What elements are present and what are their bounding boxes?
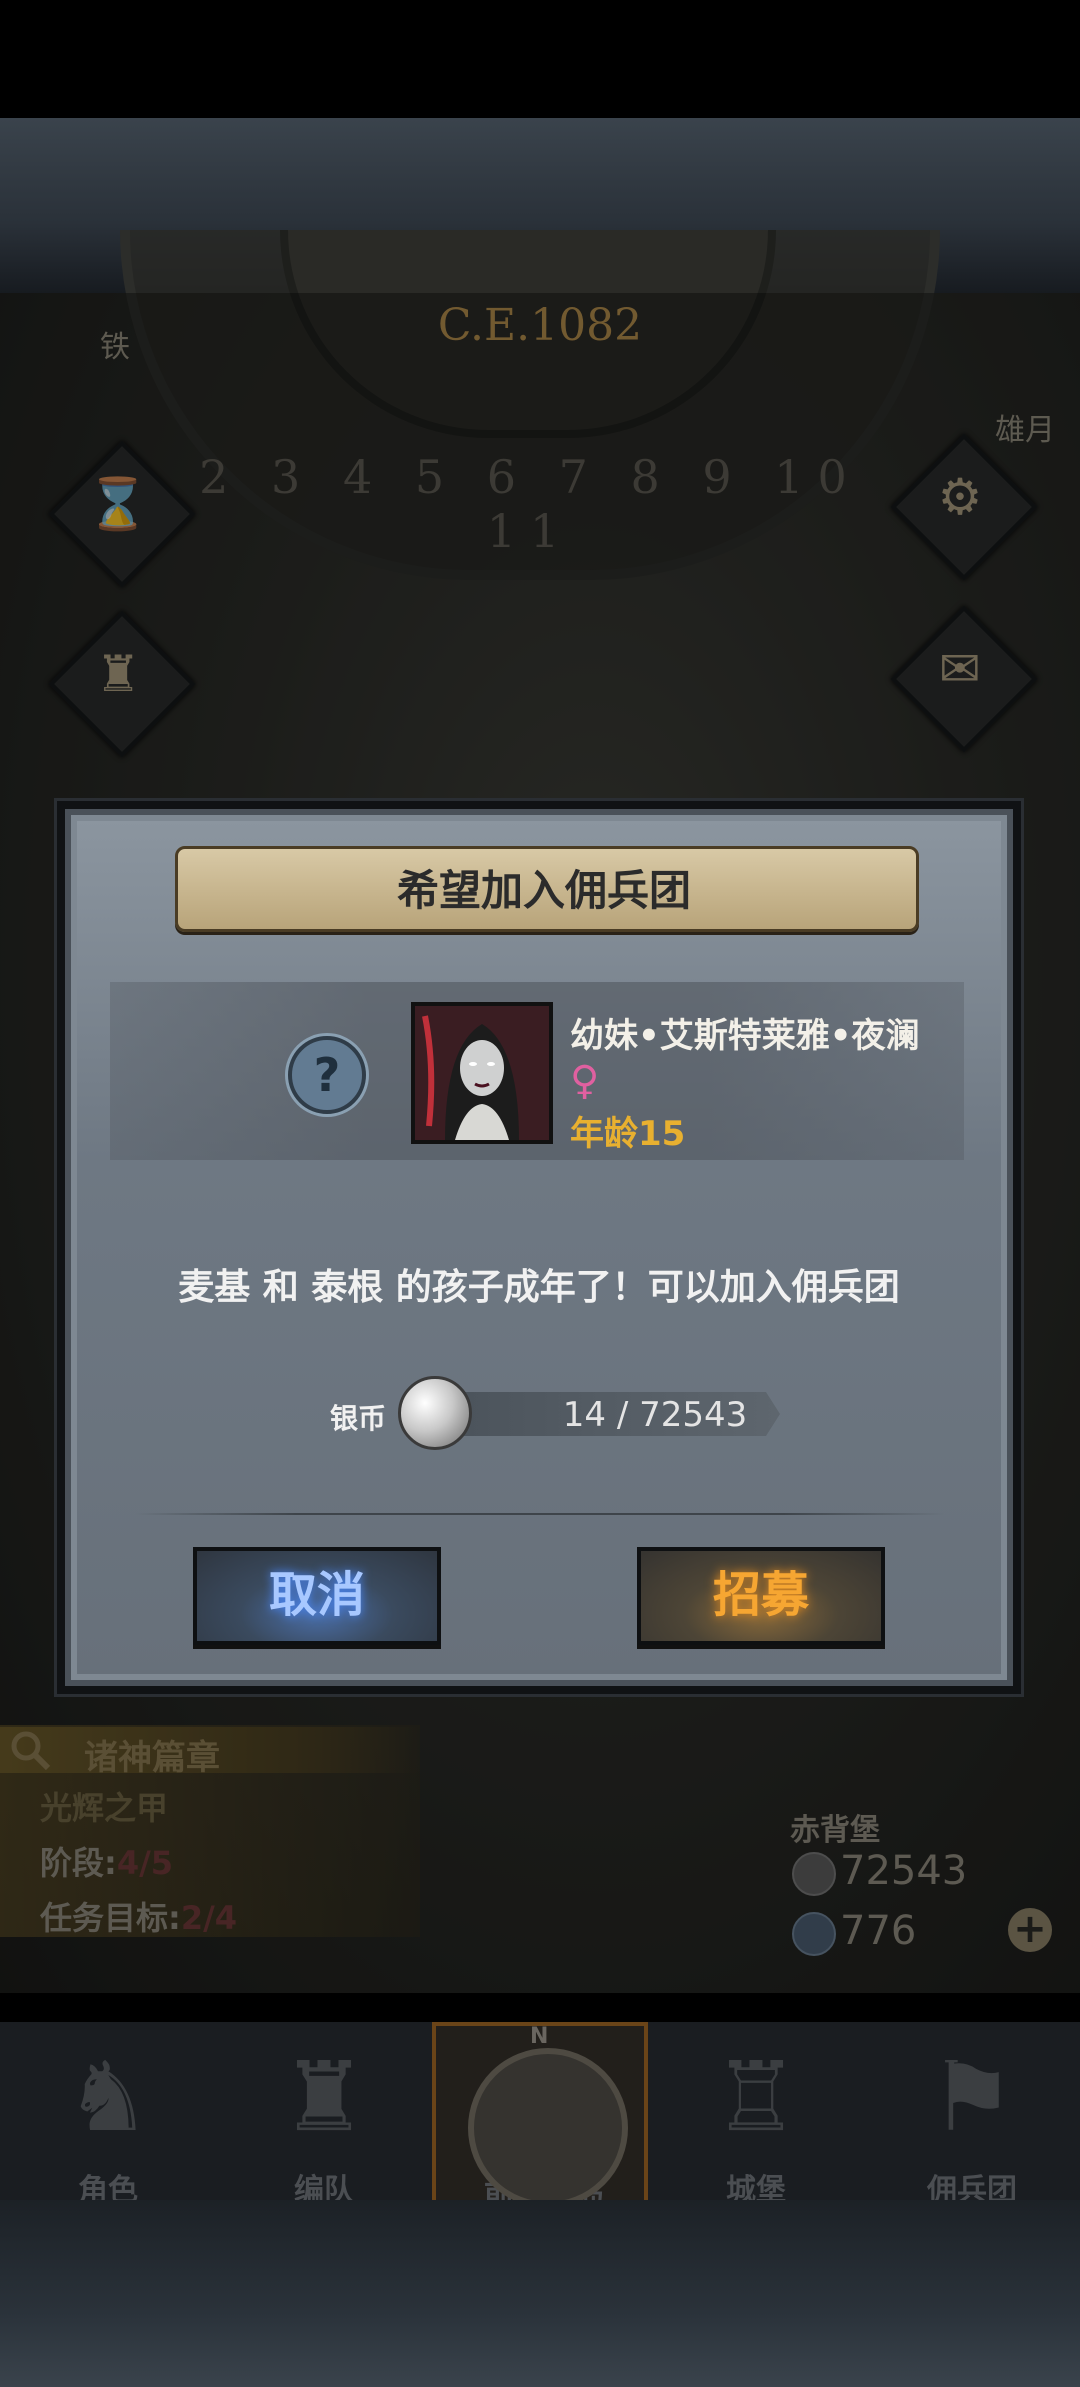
dialog-title: 希望加入佣兵团 xyxy=(396,866,691,915)
status-bar-area xyxy=(0,0,1080,118)
cancel-button[interactable]: 取消 xyxy=(193,1547,441,1645)
character-portrait-art xyxy=(415,1006,549,1140)
character-portrait[interactable] xyxy=(411,1002,553,1144)
compass-icon xyxy=(468,2048,628,2208)
question-icon[interactable]: ? xyxy=(288,1036,366,1114)
female-icon: ♀ xyxy=(570,1058,600,1104)
mercenary-banner-icon: ⚑ xyxy=(928,2041,1016,2153)
age-label: 年龄 xyxy=(570,1114,638,1154)
tab-mercenary[interactable]: ⚑ 佣兵团 xyxy=(864,2022,1080,2212)
recruit-button[interactable]: 招募 xyxy=(637,1547,885,1645)
cost-amount: 14 / 72543 xyxy=(562,1395,748,1435)
dialog-message: 麦基 和 泰根 的孩子成年了！可以加入佣兵团 xyxy=(178,1267,900,1308)
divider xyxy=(135,1513,945,1515)
compass-north-label: N xyxy=(530,2024,549,2049)
age-value: 15 xyxy=(638,1114,686,1154)
tab-character[interactable]: ♞ 角色 xyxy=(0,2022,216,2212)
tab-castle[interactable]: ♖ 城堡 xyxy=(648,2022,864,2212)
character-name: 幼妹•艾斯特莱雅•夜澜 xyxy=(570,1016,920,1056)
silver-coin-icon xyxy=(398,1376,472,1450)
castle-icon: ♖ xyxy=(712,2041,800,2153)
cost-label: 银币 xyxy=(330,1402,387,1435)
bottom-frame xyxy=(0,2200,1080,2387)
squad-helmet-icon: ♜ xyxy=(280,2041,368,2153)
character-age: 年龄15 xyxy=(570,1106,685,1155)
tab-squad[interactable]: ♜ 编队 xyxy=(216,2022,432,2212)
knight-helmet-icon: ♞ xyxy=(64,2041,152,2153)
